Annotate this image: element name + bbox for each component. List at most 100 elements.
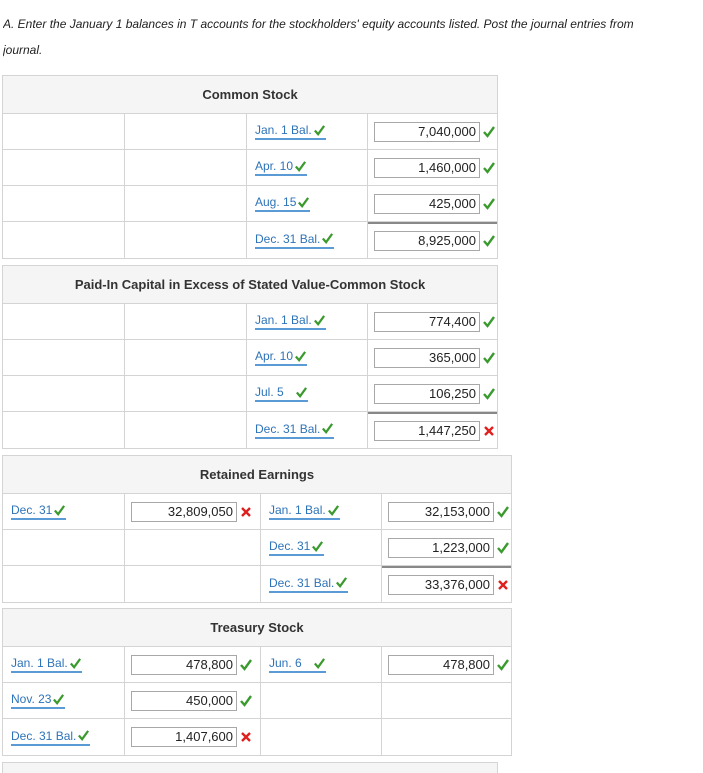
check-icon [483, 197, 495, 210]
debit-label-cell[interactable] [3, 304, 125, 339]
credit-label-cell[interactable]: Jan. 1 Bal. [247, 114, 368, 149]
check-icon [295, 386, 307, 398]
cross-icon [484, 426, 494, 436]
debit-value-cell[interactable] [125, 566, 261, 602]
check-icon [327, 504, 339, 516]
debit-label-cell[interactable] [3, 340, 125, 375]
credit-value-input[interactable]: 774,400 [374, 311, 480, 332]
credit-label-cell[interactable] [261, 683, 382, 718]
debit-value-input[interactable]: 450,000 [131, 690, 237, 711]
check-icon [54, 504, 66, 516]
instruction-line-1: A. Enter the January 1 balances in T acc… [3, 17, 634, 31]
debit-value-cell[interactable] [125, 114, 247, 149]
credit-label[interactable]: Dec. 31 Bal. [255, 232, 335, 249]
account-title: Treasury Stock [3, 609, 511, 647]
check-icon [483, 235, 495, 247]
credit-value-input[interactable]: 365,000 [374, 347, 480, 368]
check-icon [483, 161, 495, 174]
debit-label[interactable]: Dec. 31 [11, 503, 67, 520]
credit-label[interactable]: Aug. 15 [255, 195, 311, 212]
credit-value-input[interactable]: 32,153,000 [388, 501, 494, 522]
credit-label[interactable]: Jul. 5 [255, 385, 308, 402]
credit-value-input[interactable]: 478,800 [388, 654, 494, 675]
cross-icon [241, 506, 251, 517]
check-icon [313, 657, 325, 669]
credit-value-input[interactable]: 8,925,000 [374, 231, 480, 251]
credit-label[interactable]: Jan. 1 Bal. [255, 123, 326, 140]
check-icon [295, 350, 307, 362]
debit-value-cell[interactable] [125, 304, 247, 339]
cross-icon [241, 732, 251, 742]
credit-value-input[interactable]: 1,460,000 [374, 157, 480, 178]
debit-value-cell[interactable] [125, 222, 247, 258]
debit-label[interactable]: Jan. 1 Bal. [11, 656, 82, 673]
t-account-common-stock: Common Stock Jan. 1 Bal. 7,040,000 Apr. … [2, 75, 498, 259]
check-icon [483, 387, 495, 400]
check-icon [240, 658, 252, 671]
check-icon [497, 505, 509, 518]
debit-label[interactable]: Dec. 31 Bal. [11, 729, 91, 746]
check-icon [497, 658, 509, 671]
check-icon [69, 657, 81, 669]
debit-value-cell[interactable] [125, 150, 247, 185]
total-cell: 8,925,000 [368, 222, 497, 258]
check-icon [313, 314, 325, 326]
debit-label-cell[interactable] [3, 150, 125, 185]
credit-label[interactable]: Dec. 31 Bal. [269, 576, 349, 593]
check-icon [322, 233, 334, 245]
credit-value-input[interactable]: 1,223,000 [388, 537, 494, 558]
debit-label[interactable]: Nov. 23 [11, 692, 66, 709]
debit-label-cell[interactable] [3, 566, 125, 602]
instruction-line-2: journal. [3, 43, 43, 57]
debit-value-input[interactable]: 32,809,050 [131, 501, 237, 522]
check-icon [240, 694, 252, 707]
debit-label-cell[interactable] [3, 376, 125, 411]
check-icon [497, 541, 509, 554]
credit-value-input[interactable]: 1,447,250 [374, 421, 480, 441]
check-icon [53, 693, 65, 705]
t-account-treasury-stock: Treasury Stock Jan. 1 Bal. 478,800 Jun. … [2, 608, 512, 756]
credit-label[interactable]: Jan. 1 Bal. [255, 313, 326, 330]
debit-value-cell[interactable] [125, 186, 247, 221]
debit-label-cell[interactable] [3, 412, 125, 448]
debit-value-cell[interactable] [125, 530, 261, 565]
debit-label-cell[interactable] [3, 222, 125, 258]
debit-value-cell[interactable] [125, 376, 247, 411]
credit-label[interactable]: Apr. 10 [255, 349, 308, 366]
account-title: Common Stock [3, 76, 497, 114]
credit-label-cell[interactable] [261, 719, 382, 755]
check-icon [483, 125, 495, 138]
credit-label[interactable]: Dec. 31 [269, 539, 325, 556]
credit-value-input[interactable]: 33,376,000 [388, 575, 494, 595]
credit-value-cell[interactable] [382, 683, 511, 718]
debit-label-cell[interactable] [3, 114, 125, 149]
credit-label[interactable]: Dec. 31 Bal. [255, 422, 335, 439]
check-icon [336, 577, 348, 589]
debit-label-cell[interactable] [3, 186, 125, 221]
debit-value-cell[interactable] [125, 340, 247, 375]
credit-label[interactable]: Jan. 1 Bal. [269, 503, 340, 520]
check-icon [313, 124, 325, 136]
debit-label-cell[interactable] [3, 530, 125, 565]
debit-value-input[interactable]: 1,407,600 [131, 727, 237, 747]
debit-value-cell[interactable] [125, 412, 247, 448]
credit-value-input[interactable]: 7,040,000 [374, 121, 480, 142]
t-account-paid-in-capital: Paid-In Capital in Excess of Stated Valu… [2, 265, 498, 449]
debit-label-cell[interactable]: Dec. 31 [3, 494, 125, 529]
check-icon [483, 351, 495, 364]
check-icon [78, 730, 90, 742]
total-cell: 1,447,250 [368, 412, 497, 448]
check-icon [295, 160, 307, 172]
credit-value-input[interactable]: 425,000 [374, 193, 480, 214]
t-account-retained-earnings: Retained Earnings Dec. 31 32,809,050 Jan… [2, 455, 512, 603]
credit-value-cell[interactable] [382, 719, 511, 755]
check-icon [298, 196, 310, 208]
credit-value-input[interactable]: 106,250 [374, 383, 480, 404]
check-icon [322, 423, 334, 435]
credit-label[interactable]: Apr. 10 [255, 159, 308, 176]
debit-value-input[interactable]: 478,800 [131, 654, 237, 675]
credit-label[interactable]: Jun. 6 [269, 656, 326, 673]
account-title: Retained Earnings [3, 456, 511, 494]
cross-icon [498, 580, 508, 590]
check-icon [483, 315, 495, 328]
